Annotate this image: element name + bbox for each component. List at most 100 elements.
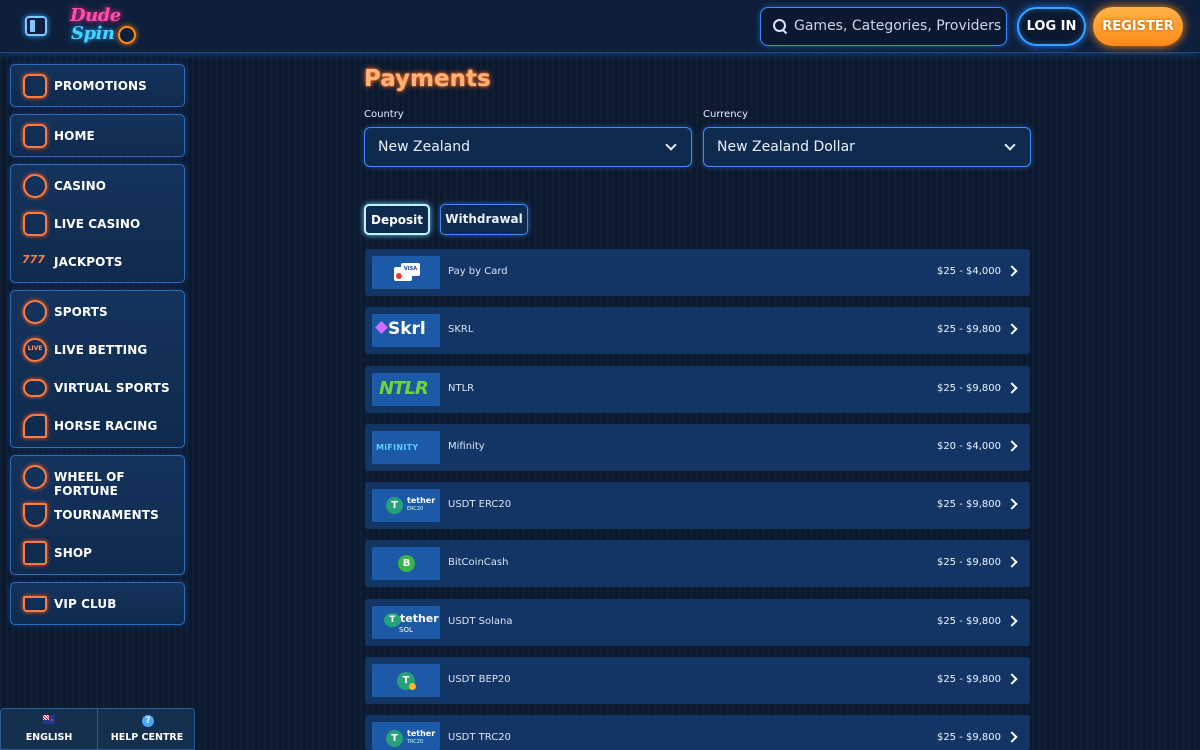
payment-method-usdt-trc20[interactable]: T tether TRC20 USDT TRC20 $25 - $9,800 — [365, 715, 1030, 750]
payment-range: $25 - $9,800 — [936, 383, 1001, 394]
chevron-right-icon — [1006, 440, 1018, 452]
sidebar-item-wheel-of-fortune[interactable]: WHEEL OF FORTUNE — [11, 458, 186, 498]
tab-withdrawal[interactable]: Withdrawal — [440, 204, 528, 235]
currency-label: Currency — [703, 109, 749, 120]
payment-method-card[interactable]: VISA Pay by Card $25 - $4,000 — [365, 249, 1030, 296]
sidebar-item-label: VIP CLUB — [54, 597, 117, 611]
payment-method-mifinity[interactable]: MiFINITY Mifinity $20 - $4,000 — [365, 424, 1030, 471]
tether-sol-logo: T tether SOL — [372, 606, 440, 639]
search-placeholder: Games, Categories, Providers — [794, 18, 1002, 34]
bag-icon — [23, 541, 47, 565]
sidebar-group-home: HOME — [10, 114, 185, 157]
payment-method-bitcoincash[interactable]: B BitCoinCash $25 - $9,800 — [365, 540, 1030, 587]
language-selector[interactable]: ENGLISH — [1, 709, 98, 750]
mifinity-logo: MiFINITY — [372, 431, 440, 464]
tether-logo-text: tether — [407, 496, 436, 505]
sidebar-item-label: SPORTS — [54, 305, 108, 319]
payment-name: Mifinity — [448, 441, 485, 452]
sidebar-item-live-betting[interactable]: LIVE BETTING — [11, 331, 186, 369]
payment-method-skrl[interactable]: Skrl SKRL $25 - $9,800 — [365, 307, 1030, 354]
help-label: HELP CENTRE — [110, 732, 184, 743]
sidebar-item-label: HOME — [54, 129, 95, 143]
mifinity-logo-text: MiFINITY — [376, 443, 419, 452]
card-icon: VISA — [394, 263, 420, 281]
tether-icon: T — [384, 613, 401, 627]
chevron-right-icon — [1006, 382, 1018, 394]
payment-name: NTLR — [448, 383, 475, 394]
payment-method-ntlr[interactable]: NTLR NTLR $25 - $9,800 — [365, 366, 1030, 413]
payment-method-usdt-erc20[interactable]: T tether ERC20 USDT ERC20 $25 - $9,800 — [365, 482, 1030, 529]
top-header: Dude Spin Games, Categories, Providers L… — [0, 0, 1200, 53]
country-value: New Zealand — [378, 139, 470, 155]
card-logo: VISA — [372, 256, 440, 289]
chevron-right-icon — [1006, 498, 1018, 510]
payment-range: $25 - $9,800 — [936, 499, 1001, 510]
country-select[interactable]: New Zealand — [364, 127, 692, 167]
horse-icon — [23, 414, 47, 438]
skrl-logo: Skrl — [372, 314, 440, 347]
live-icon — [23, 338, 47, 362]
megaphone-icon — [23, 74, 47, 98]
sidebar-item-home[interactable]: HOME — [11, 117, 186, 155]
chevron-right-icon — [1006, 556, 1018, 568]
search-input[interactable]: Games, Categories, Providers — [760, 7, 1007, 46]
sidebar-item-vip-club[interactable]: VIP CLUB — [11, 585, 186, 623]
payment-name: USDT TRC20 — [448, 732, 511, 743]
sidebar-group-extras: WHEEL OF FORTUNE TOURNAMENTS SHOP — [10, 455, 185, 575]
sidebar-item-virtual-sports[interactable]: VIRTUAL SPORTS — [11, 369, 186, 407]
sidebar-item-sports[interactable]: SPORTS — [11, 293, 186, 331]
tether-network-text: ERC20 — [407, 506, 424, 512]
logo-ball-icon — [118, 26, 136, 44]
tether-logo-text: tether — [407, 729, 436, 738]
payment-method-usdt-bep20[interactable]: T USDT BEP20 $25 - $9,800 — [365, 657, 1030, 704]
tether-erc20-logo: T tether ERC20 — [372, 489, 440, 522]
sidebar-item-casino[interactable]: CASINO — [11, 167, 186, 205]
visa-logo-text: VISA — [401, 263, 420, 276]
sidebar-toggle-icon[interactable] — [25, 16, 47, 36]
wheel-icon — [23, 465, 47, 489]
sidebar-item-label: LIVE CASINO — [54, 217, 141, 231]
payment-method-usdt-solana[interactable]: T tether SOL USDT Solana $25 - $9,800 — [365, 599, 1030, 646]
sidebar-footer: ENGLISH ? HELP CENTRE — [0, 708, 195, 750]
cards-icon — [23, 212, 47, 236]
register-button[interactable]: REGISTER — [1093, 7, 1183, 46]
sidebar-item-live-casino[interactable]: LIVE CASINO — [11, 205, 186, 243]
flag-nz-icon — [43, 715, 55, 724]
sidebar-group-promotions: PROMOTIONS — [10, 64, 185, 107]
home-icon — [23, 124, 47, 148]
help-centre-button[interactable]: ? HELP CENTRE — [98, 709, 196, 750]
site-logo[interactable]: Dude Spin — [68, 5, 148, 47]
ball-icon — [23, 300, 47, 324]
payment-range: $25 - $9,800 — [936, 616, 1001, 627]
currency-select[interactable]: New Zealand Dollar — [703, 127, 1031, 167]
ntlr-logo: NTLR — [372, 373, 440, 406]
sidebar-item-promotions[interactable]: PROMOTIONS — [11, 67, 186, 105]
sidebar-group-casino: CASINO LIVE CASINO JACKPOTS — [10, 164, 185, 283]
sidebar-item-label: VIRTUAL SPORTS — [54, 381, 170, 395]
sidebar-item-label: PROMOTIONS — [54, 79, 147, 93]
tether-network-text: TRC20 — [407, 739, 424, 745]
sidebar-item-tournaments[interactable]: TOURNAMENTS — [11, 496, 186, 534]
skrl-diamond-icon — [375, 321, 388, 334]
sidebar-item-shop[interactable]: SHOP — [11, 534, 186, 572]
sidebar-item-jackpots[interactable]: JACKPOTS — [11, 243, 186, 281]
sidebar-group-vip: VIP CLUB — [10, 582, 185, 625]
gamepad-icon — [23, 379, 47, 397]
sidebar-item-horse-racing[interactable]: HORSE RACING — [11, 407, 186, 445]
chevron-right-icon — [1006, 673, 1018, 685]
tether-bep20-icon: T — [397, 672, 416, 690]
login-button[interactable]: LOG IN — [1017, 7, 1086, 46]
logo-text-line2: Spin — [71, 23, 115, 44]
tab-deposit[interactable]: Deposit — [364, 204, 430, 235]
help-icon: ? — [142, 715, 154, 727]
sidebar-item-label: JACKPOTS — [54, 255, 123, 269]
payment-name: USDT Solana — [448, 616, 513, 627]
language-label: ENGLISH — [25, 732, 73, 743]
payment-range: $25 - $4,000 — [936, 266, 1001, 277]
page-title: Payments — [364, 66, 491, 92]
tether-logo-text: tether — [400, 612, 439, 625]
ntlr-logo-text: NTLR — [379, 378, 429, 399]
skrl-logo-text: Skrl — [388, 319, 426, 339]
sidebar-group-sports: SPORTS LIVE BETTING VIRTUAL SPORTS HORSE… — [10, 290, 185, 448]
tether-bep20-logo: T — [372, 664, 440, 697]
